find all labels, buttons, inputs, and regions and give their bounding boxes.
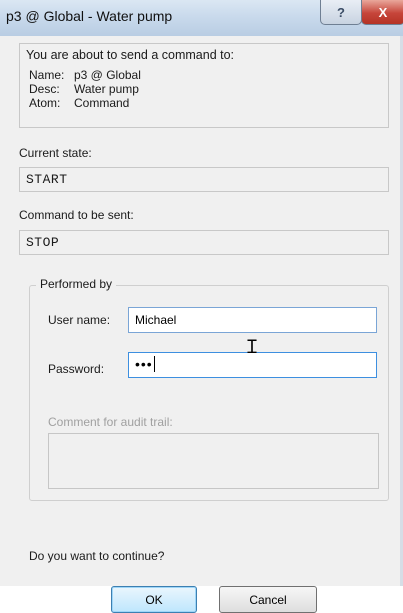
comment-textarea[interactable] bbox=[48, 433, 379, 489]
help-button[interactable]: ? bbox=[320, 0, 362, 25]
current-state-field: START bbox=[19, 167, 389, 192]
info-value: Command bbox=[74, 96, 130, 110]
ibeam-cursor-icon: Ｉ bbox=[243, 337, 261, 358]
target-info-box: You are about to send a command to: Name… bbox=[19, 43, 389, 128]
confirm-question: Do you want to continue? bbox=[29, 549, 165, 563]
close-button[interactable]: X bbox=[361, 0, 403, 25]
text-caret bbox=[153, 356, 155, 372]
title-bar: p3 @ Global - Water pump ? X bbox=[0, 0, 403, 37]
performed-by-group: Performed by User name: Password: ••• Co… bbox=[29, 277, 389, 501]
info-row-desc: Desc: Water pump bbox=[29, 82, 139, 96]
performed-by-legend: Performed by bbox=[36, 277, 117, 291]
info-value: Water pump bbox=[74, 82, 139, 96]
cancel-button[interactable]: Cancel bbox=[219, 586, 317, 613]
info-key: Desc: bbox=[29, 82, 60, 96]
comment-label: Comment for audit trail: bbox=[48, 415, 173, 429]
info-value: p3 @ Global bbox=[74, 68, 141, 82]
username-label: User name: bbox=[48, 313, 111, 327]
info-key: Name: bbox=[29, 68, 65, 82]
username-input[interactable] bbox=[128, 307, 377, 333]
ok-button[interactable]: OK bbox=[111, 586, 197, 613]
password-label: Password: bbox=[48, 362, 105, 376]
command-label: Command to be sent: bbox=[19, 208, 134, 222]
info-key: Atom: bbox=[29, 96, 61, 110]
dialog-body: You are about to send a command to: Name… bbox=[0, 36, 403, 613]
password-dots: ••• bbox=[135, 356, 153, 372]
window-title: p3 @ Global - Water pump bbox=[6, 8, 173, 24]
command-field: STOP bbox=[19, 230, 389, 255]
info-row-name: Name: p3 @ Global bbox=[29, 68, 141, 82]
info-row-atom: Atom: Command bbox=[29, 96, 129, 110]
target-info-header: You are about to send a command to: bbox=[26, 48, 235, 62]
current-state-label: Current state: bbox=[19, 146, 92, 160]
